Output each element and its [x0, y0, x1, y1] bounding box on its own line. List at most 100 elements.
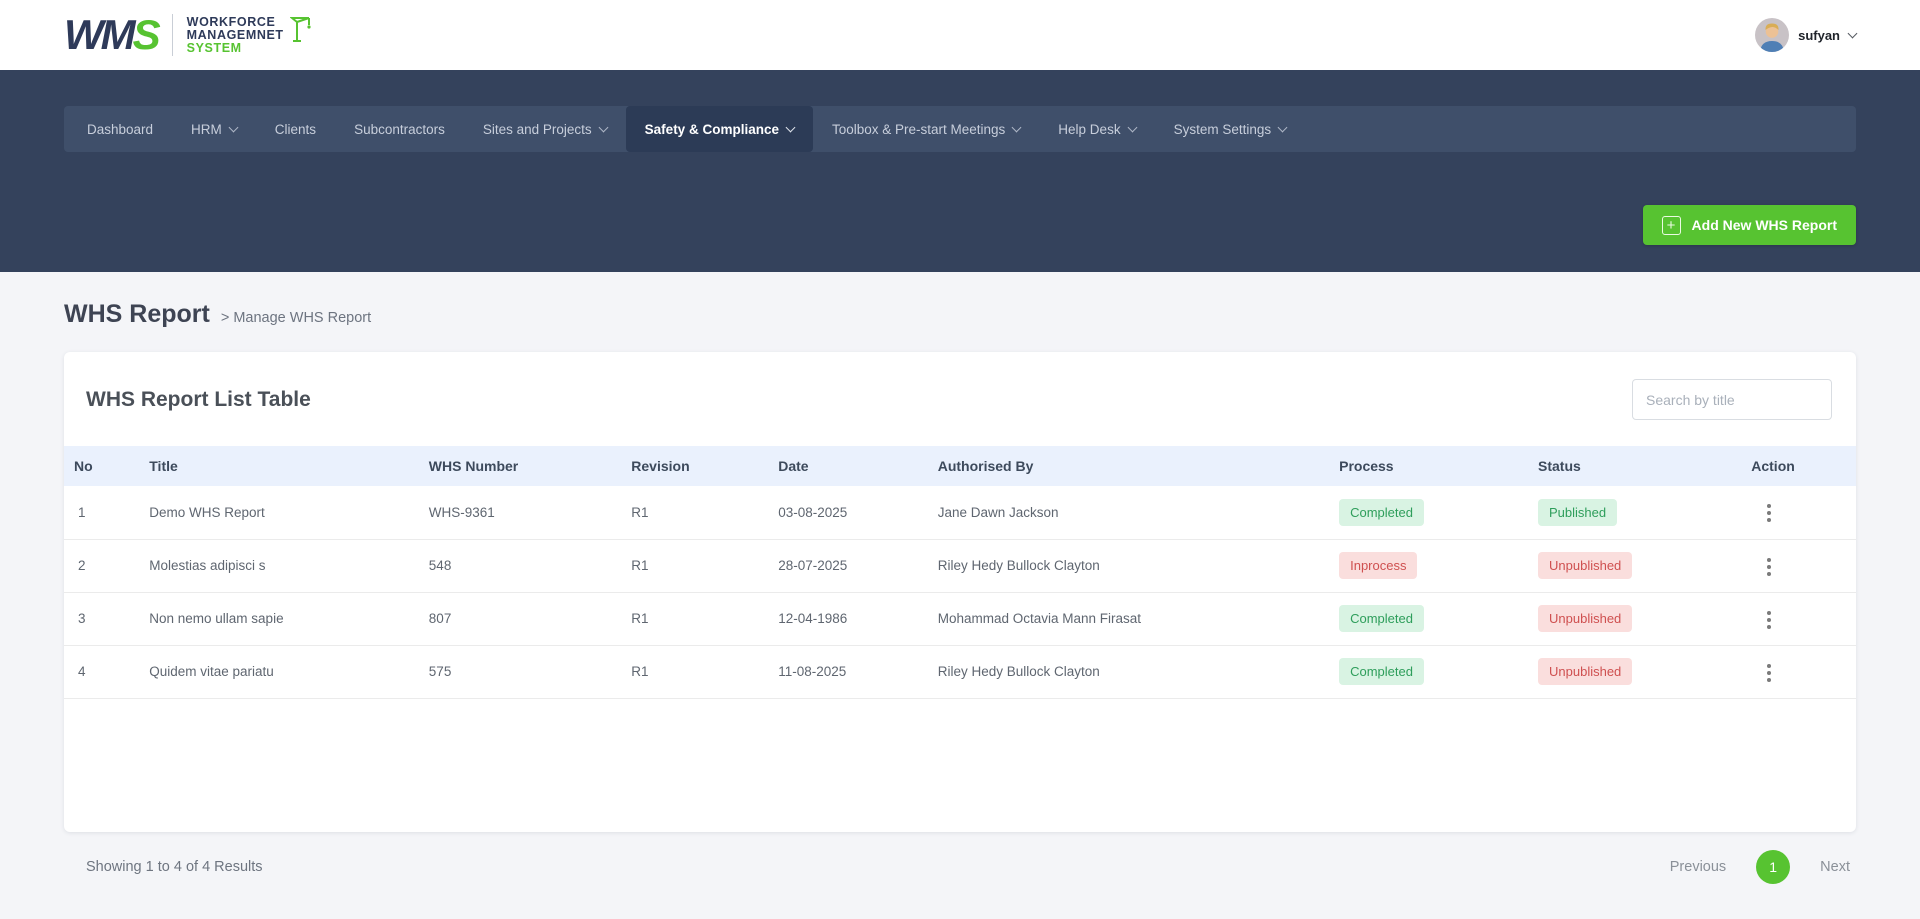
table-row: 3 Non nemo ullam sapie 807 R1 12-04-1986…: [64, 592, 1856, 645]
page-1-button[interactable]: 1: [1756, 850, 1790, 884]
cell-title: Non nemo ullam sapie: [139, 592, 419, 645]
user-menu[interactable]: sufyan: [1755, 18, 1856, 52]
cell-action: [1741, 592, 1856, 645]
row-actions-menu-button[interactable]: [1759, 605, 1779, 635]
cell-status: Unpublished: [1528, 592, 1741, 645]
whs-report-table: No Title WHS Number Revision Date Author…: [64, 446, 1856, 699]
cell-no: 2: [64, 539, 139, 592]
app-header: WMS WORKFORCE MANAGEMNET SYSTEM: [0, 0, 1920, 70]
nav-item-clients[interactable]: Clients: [256, 106, 335, 152]
list-footer: Showing 1 to 4 of 4 Results Previous 1 N…: [64, 850, 1856, 884]
nav-item-label: Toolbox & Pre-start Meetings: [832, 122, 1005, 137]
cell-no: 4: [64, 645, 139, 698]
cell-date: 12-04-1986: [768, 592, 927, 645]
cell-action: [1741, 645, 1856, 698]
nav-item-dashboard[interactable]: Dashboard: [68, 106, 172, 152]
logo-line-management: MANAGEMNET: [187, 29, 284, 42]
nav-item-label: Safety & Compliance: [645, 122, 779, 137]
nav-item-label: Sites and Projects: [483, 122, 592, 137]
nav-item-safety-compliance[interactable]: Safety & Compliance: [626, 106, 813, 152]
card-title: WHS Report List Table: [86, 388, 311, 412]
add-new-whs-report-button[interactable]: + Add New WHS Report: [1643, 205, 1856, 245]
cell-process: Completed: [1329, 645, 1528, 698]
column-header-authorised-by: Authorised By: [928, 446, 1329, 486]
cell-title: Demo WHS Report: [139, 486, 419, 539]
cell-revision: R1: [621, 539, 768, 592]
row-actions-menu-button[interactable]: [1759, 658, 1779, 688]
main-nav: Dashboard HRM Clients Subcontractors Sit…: [64, 106, 1856, 152]
next-page-button[interactable]: Next: [1814, 858, 1856, 876]
nav-item-label: Dashboard: [87, 122, 153, 137]
table-row: 4 Quidem vitae pariatu 575 R1 11-08-2025…: [64, 645, 1856, 698]
chevron-down-icon: [1012, 122, 1022, 132]
column-header-action: Action: [1741, 446, 1856, 486]
process-badge: Completed: [1339, 499, 1424, 526]
nav-item-system-settings[interactable]: System Settings: [1155, 106, 1306, 152]
cell-authorised-by: Jane Dawn Jackson: [928, 486, 1329, 539]
cell-authorised-by: Mohammad Octavia Mann Firasat: [928, 592, 1329, 645]
cell-no: 3: [64, 592, 139, 645]
hero-band: Dashboard HRM Clients Subcontractors Sit…: [0, 70, 1920, 272]
nav-item-label: Help Desk: [1058, 122, 1120, 137]
nav-item-label: HRM: [191, 122, 222, 137]
cell-date: 11-08-2025: [768, 645, 927, 698]
chevron-down-icon: [1127, 122, 1137, 132]
nav-item-hrm[interactable]: HRM: [172, 106, 256, 152]
add-button-label: Add New WHS Report: [1692, 217, 1837, 233]
row-actions-menu-button[interactable]: [1759, 498, 1779, 528]
status-badge: Unpublished: [1538, 658, 1632, 685]
logo-wms-monogram: WMS: [64, 14, 158, 56]
whs-report-list-card: WHS Report List Table No Title WHS Numbe…: [64, 352, 1856, 832]
results-count: Showing 1 to 4 of 4 Results: [86, 859, 263, 875]
cell-action: [1741, 539, 1856, 592]
cell-whs-number: 807: [419, 592, 621, 645]
cell-no: 1: [64, 486, 139, 539]
breadcrumb-path: > Manage WHS Report: [221, 310, 371, 326]
cell-status: Unpublished: [1528, 539, 1741, 592]
chevron-down-icon: [598, 122, 608, 132]
nav-item-label: Subcontractors: [354, 122, 445, 137]
chevron-down-icon: [1848, 29, 1858, 39]
chevron-down-icon: [228, 122, 238, 132]
nav-item-help-desk[interactable]: Help Desk: [1039, 106, 1154, 152]
search-input[interactable]: [1632, 379, 1832, 420]
cell-revision: R1: [621, 592, 768, 645]
cell-authorised-by: Riley Hedy Bullock Clayton: [928, 539, 1329, 592]
cell-whs-number: 548: [419, 539, 621, 592]
logo-line-system: SYSTEM: [187, 42, 284, 55]
user-name: sufyan: [1798, 28, 1840, 43]
cell-status: Unpublished: [1528, 645, 1741, 698]
nav-item-sites-and-projects[interactable]: Sites and Projects: [464, 106, 626, 152]
row-actions-menu-button[interactable]: [1759, 552, 1779, 582]
cell-process: Completed: [1329, 592, 1528, 645]
page-content: WHS Report > Manage WHS Report WHS Repor…: [0, 300, 1920, 884]
breadcrumb: WHS Report > Manage WHS Report: [64, 300, 1856, 332]
cell-title: Molestias adipisci s: [139, 539, 419, 592]
process-badge: Completed: [1339, 658, 1424, 685]
logo-wordmark: WORKFORCE MANAGEMNET SYSTEM: [187, 16, 284, 55]
column-header-title: Title: [139, 446, 419, 486]
cell-date: 03-08-2025: [768, 486, 927, 539]
column-header-whs-number: WHS Number: [419, 446, 621, 486]
cell-whs-number: 575: [419, 645, 621, 698]
process-badge: Inprocess: [1339, 552, 1417, 579]
cell-revision: R1: [621, 645, 768, 698]
logo-line-workforce: WORKFORCE: [187, 16, 284, 29]
cell-authorised-by: Riley Hedy Bullock Clayton: [928, 645, 1329, 698]
process-badge: Completed: [1339, 605, 1424, 632]
page-title: WHS Report: [64, 300, 210, 329]
chevron-down-icon: [1278, 122, 1288, 132]
previous-page-button[interactable]: Previous: [1664, 858, 1732, 876]
cell-process: Inprocess: [1329, 539, 1528, 592]
column-header-no: No: [64, 446, 139, 486]
cell-revision: R1: [621, 486, 768, 539]
nav-item-subcontractors[interactable]: Subcontractors: [335, 106, 464, 152]
plus-square-icon: +: [1662, 216, 1681, 235]
status-badge: Published: [1538, 499, 1617, 526]
crane-icon: [290, 13, 314, 48]
chevron-down-icon: [786, 122, 796, 132]
avatar[interactable]: [1755, 18, 1789, 52]
status-badge: Unpublished: [1538, 552, 1632, 579]
nav-item-toolbox-pre-start-meetings[interactable]: Toolbox & Pre-start Meetings: [813, 106, 1039, 152]
pagination: Previous 1 Next: [1664, 850, 1856, 884]
